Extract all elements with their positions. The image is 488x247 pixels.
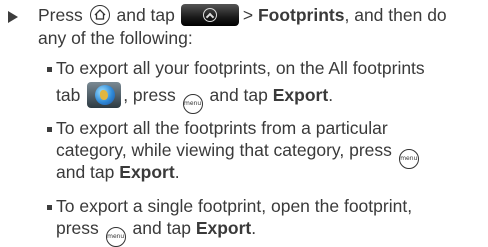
bullet-1-line-1: To export all your footprints, on the Al… [56,58,425,78]
menu-key-icon: menu [105,227,126,247]
bullet-3-line-2: press menu and tap Export. [56,217,256,247]
bullet-icon [47,127,52,132]
all-footprints-tab-icon [87,82,122,108]
step-line-2: any of the following: [38,28,193,48]
footprints-label: Footprints [257,5,345,25]
bullet-3-line-1: To export a single footprint, open the f… [56,196,413,216]
bullet-icon [47,67,52,72]
export-label: Export [119,162,175,182]
export-label: Export [195,218,252,238]
step-line-1: Press and tap > Footprints, and then do [38,4,447,26]
menu-key-icon: menu [182,94,203,114]
export-label: Export [272,85,329,105]
home-key-icon [89,5,110,25]
bullet-1-line-2: tab , press menu and tap Export. [56,82,333,114]
menu-key-icon: menu [398,149,419,169]
all-apps-button-icon [180,4,239,26]
step-arrow-icon [8,11,18,23]
bullet-2-line-1: To export all the footprints from a part… [56,118,388,138]
bullet-icon [47,205,52,210]
bullet-2-line-3: and tap Export. [56,162,180,182]
